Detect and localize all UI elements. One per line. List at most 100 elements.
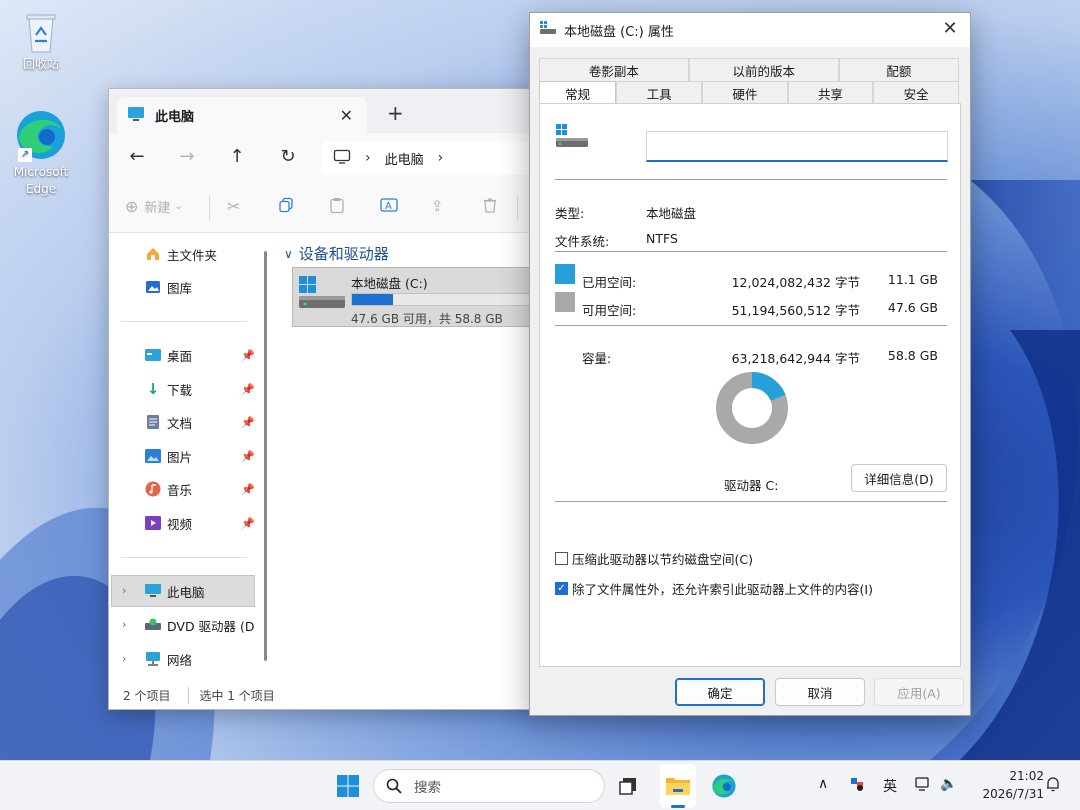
- chevron-right-icon[interactable]: ›: [122, 652, 126, 665]
- cut-icon[interactable]: ✂: [227, 197, 240, 216]
- new-tab-button[interactable]: +: [387, 101, 404, 125]
- download-icon: ↓: [146, 380, 160, 398]
- volume-icon[interactable]: 🔈: [940, 776, 957, 792]
- tab-previous-versions[interactable]: 以前的版本: [688, 58, 839, 82]
- apply-button[interactable]: 应用(A): [874, 678, 964, 706]
- refresh-icon[interactable]: ↻: [276, 147, 300, 167]
- paste-icon[interactable]: [329, 197, 345, 213]
- capacity-label: 容量:: [582, 351, 612, 366]
- chevron-right-icon[interactable]: ›: [122, 618, 126, 631]
- sidebar-divider: [121, 557, 247, 558]
- tab-title: 此电脑: [155, 109, 195, 125]
- pin-icon[interactable]: 📌: [241, 383, 255, 396]
- taskbar-edge[interactable]: [706, 769, 742, 803]
- tab-hardware[interactable]: 硬件: [701, 81, 788, 105]
- sidebar-item-label: 文档: [167, 415, 193, 431]
- sidebar-item-network[interactable]: 网络: [145, 644, 192, 674]
- network-icon: [145, 651, 161, 667]
- index-checkbox-row[interactable]: ✓ 除了文件属性外，还允许索引此驱动器上文件的内容(I): [555, 579, 873, 598]
- explorer-nav-bar: ← → ↑ ↻ › 此电脑 ›: [109, 133, 537, 181]
- chevron-right-icon[interactable]: ›: [122, 584, 126, 597]
- edge-icon: ↗: [14, 108, 68, 162]
- compress-checkbox-row[interactable]: 压缩此驱动器以节约磁盘空间(C): [555, 549, 753, 568]
- filesystem-value: NTFS: [646, 231, 678, 246]
- address-bar[interactable]: › 此电脑 ›: [321, 141, 537, 175]
- new-button[interactable]: ⊕ 新建 ⌄: [125, 197, 183, 216]
- toolbar-separator: [209, 195, 210, 221]
- input-method-indicator[interactable]: 英: [883, 776, 897, 796]
- drive-letter-label: 驱动器 C:: [724, 478, 779, 493]
- volume-label-input[interactable]: [646, 131, 948, 162]
- gallery-icon: [145, 279, 161, 295]
- sidebar-item-home[interactable]: 主文件夹: [145, 239, 217, 269]
- close-tab-icon[interactable]: ✕: [340, 106, 353, 125]
- explorer-body: 主文件夹 图库 桌面 📌 ↓ 下载 📌 文档 📌 图片 📌 音乐 📌 视频 📌 …: [109, 233, 537, 681]
- tab-security[interactable]: 安全: [873, 81, 959, 105]
- breadcrumb-chevron-icon[interactable]: ›: [438, 150, 444, 166]
- index-checkbox[interactable]: ✓: [555, 582, 568, 595]
- sidebar-item-downloads[interactable]: ↓ 下载: [145, 374, 192, 404]
- notification-bell-icon[interactable]: [1044, 775, 1062, 797]
- tab-general[interactable]: 常规: [539, 81, 617, 105]
- taskbar-clock[interactable]: 21:02 2026/7/31: [968, 767, 1044, 803]
- tabs-row-bottom: 常规 工具 硬件 共享 安全: [539, 81, 959, 105]
- sidebar-item-videos[interactable]: 视频: [145, 508, 192, 538]
- sidebar-item-music[interactable]: 音乐: [145, 474, 192, 504]
- desktop-icon-recycle-bin[interactable]: 回收站: [4, 10, 78, 73]
- security-icon[interactable]: [848, 776, 866, 796]
- disk-usage-donut: [716, 372, 788, 444]
- sidebar-item-dvd-drive[interactable]: DVD 驱动器 (D: [145, 610, 255, 640]
- pin-icon[interactable]: 📌: [241, 450, 255, 463]
- back-arrow-icon[interactable]: ←: [125, 147, 149, 167]
- task-view-button[interactable]: [610, 769, 646, 803]
- details-button[interactable]: 详细信息(D): [851, 464, 947, 492]
- group-header[interactable]: ∨ 设备和驱动器: [284, 243, 389, 264]
- desktop-icon-label: Microsoft Edge: [13, 165, 69, 196]
- chevron-up-icon[interactable]: ∧: [818, 776, 828, 792]
- used-space-bytes: 12,024,082,432 字节: [731, 275, 860, 290]
- copy-icon[interactable]: [278, 197, 294, 213]
- close-icon[interactable]: ✕: [938, 18, 962, 39]
- ok-button[interactable]: 确定: [675, 678, 765, 706]
- pin-icon[interactable]: 📌: [241, 517, 255, 530]
- sidebar-item-label: 音乐: [167, 482, 193, 498]
- tab-tools[interactable]: 工具: [616, 81, 702, 105]
- tab-shadow-copies[interactable]: 卷影副本: [539, 58, 689, 82]
- cancel-button[interactable]: 取消: [775, 678, 865, 706]
- tab-quota[interactable]: 配额: [838, 58, 959, 82]
- breadcrumb-segment[interactable]: 此电脑: [385, 149, 424, 168]
- up-arrow-icon[interactable]: ↑: [225, 147, 249, 167]
- clock-date: 2026/7/31: [982, 787, 1044, 801]
- tab-sharing[interactable]: 共享: [787, 81, 874, 105]
- desktop-icon-edge[interactable]: ↗ Microsoft Edge: [4, 108, 78, 198]
- pin-icon[interactable]: 📌: [241, 349, 255, 362]
- taskbar-search-box[interactable]: 搜索: [373, 769, 605, 803]
- pin-icon[interactable]: 📌: [241, 416, 255, 429]
- sidebar-item-gallery[interactable]: 图库: [145, 272, 192, 302]
- taskbar-file-explorer[interactable]: [660, 769, 696, 803]
- forward-arrow-icon[interactable]: →: [175, 147, 199, 167]
- sidebar-item-pictures[interactable]: 图片: [145, 441, 192, 471]
- pc-icon: [145, 583, 161, 599]
- rename-icon[interactable]: A: [380, 197, 398, 213]
- compress-checkbox[interactable]: [555, 552, 568, 565]
- sidebar-item-this-pc[interactable]: 此电脑: [145, 576, 205, 606]
- new-button-label: 新建: [144, 201, 171, 216]
- sidebar-item-label: 此电脑: [167, 584, 205, 600]
- dialog-title-bar[interactable]: 本地磁盘 (C:) 属性: [530, 13, 970, 47]
- start-button[interactable]: [330, 769, 366, 803]
- sidebar-item-desktop[interactable]: 桌面: [145, 340, 192, 370]
- pin-icon[interactable]: 📌: [241, 483, 255, 496]
- sidebar-scrollbar[interactable]: [259, 241, 273, 681]
- filesystem-label: 文件系统:: [555, 234, 610, 249]
- scrollbar-thumb[interactable]: [264, 251, 267, 661]
- network-icon[interactable]: [914, 776, 932, 796]
- picture-icon: [145, 448, 161, 464]
- drive-usage-fill: [352, 294, 394, 305]
- drive-tile-c[interactable]: 本地磁盘 (C:) 47.6 GB 可用，共 58.8 GB: [292, 267, 537, 327]
- delete-icon[interactable]: [482, 197, 498, 213]
- breadcrumb-chevron-icon: ›: [365, 150, 371, 166]
- sidebar-item-documents[interactable]: 文档: [145, 407, 192, 437]
- explorer-tab[interactable]: 此电脑 ✕: [117, 97, 367, 133]
- share-icon[interactable]: ⇪: [431, 197, 444, 215]
